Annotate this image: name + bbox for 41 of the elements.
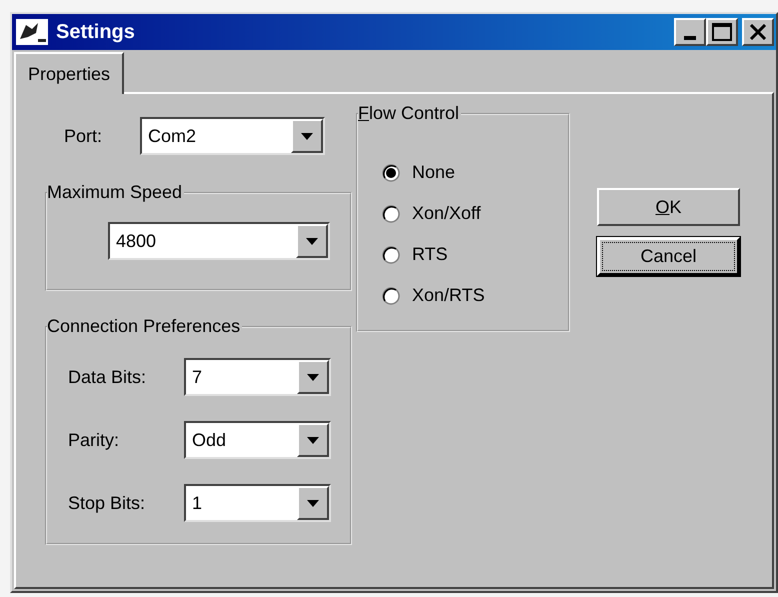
dropdown-field[interactable]: Com2 [140, 117, 325, 155]
dropdown-field[interactable]: 7 [184, 358, 331, 396]
radio-option[interactable]: None [382, 159, 568, 186]
tab[interactable]: Properties [14, 52, 124, 94]
minimize-icon [684, 36, 696, 40]
dropdown-button[interactable] [296, 224, 328, 258]
radio-button[interactable] [382, 204, 400, 222]
dropdown-field[interactable]: 1 [184, 484, 331, 522]
dropdown-button[interactable] [291, 119, 323, 153]
field-label: Data Bits: [68, 366, 148, 388]
dialog-button[interactable]: OK [597, 188, 740, 226]
field-label: Stop Bits: [68, 492, 146, 515]
radio-button[interactable] [382, 164, 400, 182]
minimize-button[interactable] [674, 18, 706, 46]
maximize-icon [712, 23, 732, 41]
group-title: Connection Preferences [47, 315, 242, 338]
close-icon [749, 24, 767, 40]
radio-button[interactable] [382, 286, 400, 304]
group-title: Flow Control [358, 102, 460, 125]
radio-button[interactable] [382, 246, 400, 264]
caret-icon [301, 132, 313, 140]
radio-option[interactable]: Xon/RTS [382, 282, 568, 309]
field-label: Parity: [68, 428, 120, 452]
maximize-button[interactable] [706, 18, 738, 46]
dropdown-field[interactable]: Odd [184, 421, 331, 459]
caret-icon [307, 374, 319, 380]
dropdown-button[interactable] [297, 486, 329, 520]
dialog-button[interactable]: Cancel [597, 237, 740, 276]
dropdown-button[interactable] [297, 423, 329, 457]
window-title: Settings [56, 20, 135, 45]
dropdown-button[interactable] [297, 360, 329, 394]
app-icon [16, 19, 48, 45]
caret-icon [307, 436, 319, 444]
radio-option[interactable]: Xon/Xoff [382, 200, 568, 227]
caret-icon [306, 238, 318, 244]
group-title: Maximum Speed [47, 181, 184, 204]
dropdown-field[interactable]: 4800 [108, 222, 330, 260]
radio-option[interactable]: RTS [382, 241, 568, 268]
port-label: Port: [64, 124, 104, 148]
close-button[interactable] [742, 18, 774, 46]
caret-icon [307, 500, 319, 506]
